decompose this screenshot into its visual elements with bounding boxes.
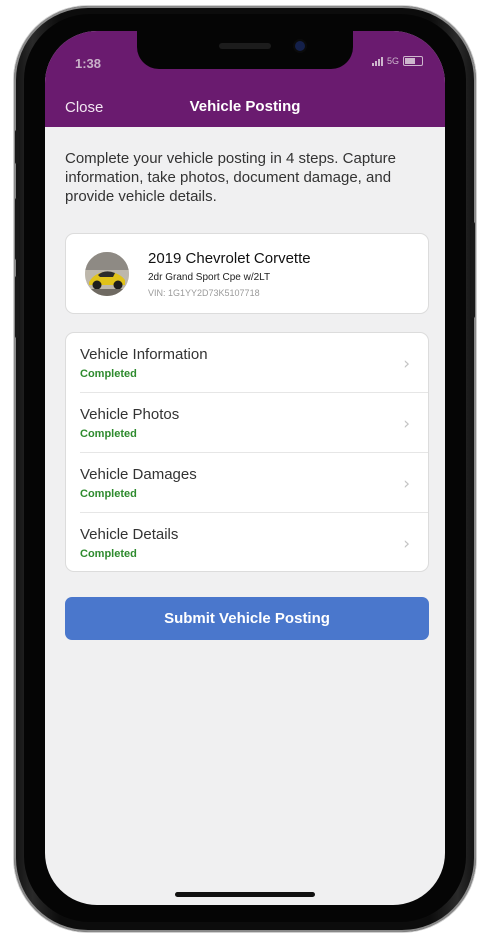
- volume-down-button: [15, 276, 19, 338]
- signal-icon: [371, 56, 383, 66]
- status-indicators: 5G: [371, 56, 423, 66]
- home-indicator[interactable]: [175, 892, 315, 897]
- front-camera: [295, 41, 305, 51]
- step-label: Vehicle Information: [80, 346, 208, 363]
- speaker-grille: [219, 43, 271, 49]
- vehicle-name: 2019 Chevrolet Corvette: [148, 250, 311, 267]
- step-vehicle-photos[interactable]: Vehicle Photos Completed ›: [66, 393, 428, 453]
- step-status: Completed: [80, 368, 137, 380]
- steps-list: Vehicle Information Completed › Vehicle …: [65, 332, 429, 572]
- chevron-right-icon: ›: [403, 414, 410, 434]
- phone-notch: [137, 31, 353, 69]
- vehicle-summary-card: 2019 Chevrolet Corvette 2dr Grand Sport …: [65, 233, 429, 314]
- silent-switch: [15, 130, 19, 164]
- vehicle-vin: VIN: 1G1YY2D73K5107718: [148, 288, 260, 298]
- power-button: [471, 222, 475, 318]
- volume-up-button: [15, 198, 19, 260]
- step-status: Completed: [80, 548, 137, 560]
- vehicle-thumbnail: [85, 252, 129, 296]
- app-screen: 1:38 5G Close Vehicle Posting Complete y…: [45, 31, 445, 905]
- vehicle-trim: 2dr Grand Sport Cpe w/2LT: [148, 272, 271, 283]
- chevron-right-icon: ›: [403, 534, 410, 554]
- step-vehicle-details[interactable]: Vehicle Details Completed ›: [66, 513, 428, 571]
- step-status: Completed: [80, 488, 137, 500]
- network-label: 5G: [386, 56, 399, 66]
- step-label: Vehicle Damages: [80, 466, 197, 483]
- step-status: Completed: [80, 428, 137, 440]
- battery-icon: [403, 56, 423, 66]
- step-label: Vehicle Details: [80, 526, 179, 543]
- chevron-right-icon: ›: [403, 474, 410, 494]
- status-time: 1:38: [75, 56, 102, 71]
- chevron-right-icon: ›: [403, 354, 410, 374]
- intro-text: Complete your vehicle posting in 4 steps…: [65, 150, 397, 205]
- submit-vehicle-posting-button[interactable]: Submit Vehicle Posting: [65, 597, 429, 640]
- step-vehicle-damages[interactable]: Vehicle Damages Completed ›: [66, 453, 428, 513]
- step-vehicle-information[interactable]: Vehicle Information Completed ›: [66, 333, 428, 393]
- step-label: Vehicle Photos: [80, 406, 180, 423]
- car-photo-icon: [85, 252, 129, 296]
- page-title: Vehicle Posting: [189, 98, 301, 115]
